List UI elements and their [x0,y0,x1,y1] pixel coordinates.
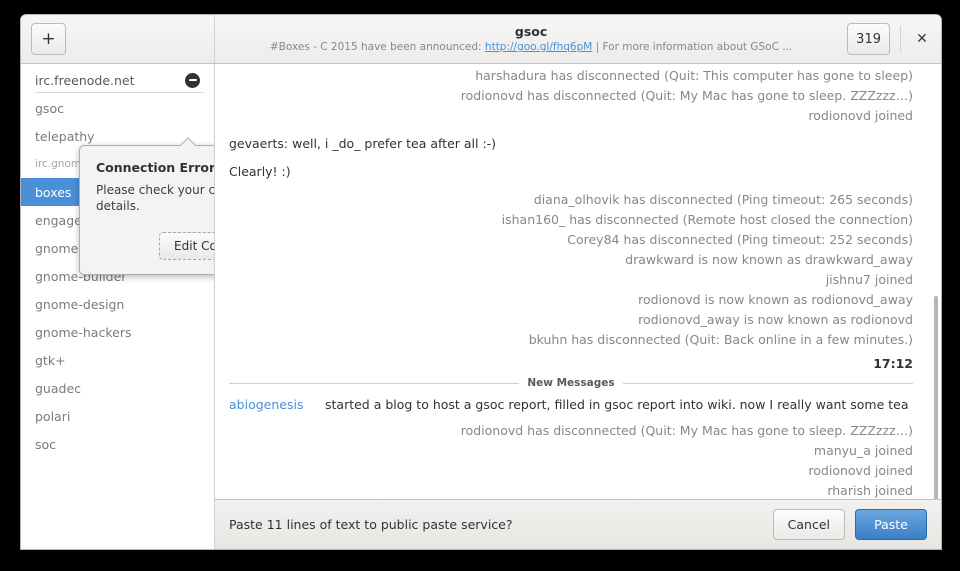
status-message: ishan160_ has disconnected (Remote host … [229,210,913,230]
status-message: jishnu7 joined [229,270,913,290]
message-group-top: harshadura has disconnected (Quit: This … [229,66,913,126]
message-group-conversation: gevaerts: well, i _do_ prefer tea after … [229,134,913,182]
status-message: rodionovd joined [229,461,913,481]
sidebar-item-label: telepathy [35,128,95,144]
topic-text-before: #Boxes - C 2015 have been announced: [269,41,485,53]
connection-error-popover: Connection Error Please check your conne… [79,145,215,275]
close-icon[interactable]: ✕ [911,28,933,50]
message-text: ishan160_ has disconnected (Remote host … [501,212,913,227]
message-group-bottom: rodionovd has disconnected (Quit: My Mac… [229,421,913,499]
popover-actions: Edit Connection [96,232,214,260]
topic-text-after: | For more information about GSoC ... [592,41,793,53]
popover-title: Connection Error [96,160,215,175]
message-text: gevaerts: well, i _do_ prefer tea after … [229,136,497,151]
message-nickname[interactable]: abiogenesis [229,395,325,415]
status-message: rodionovd_away is now known as rodionovd [229,310,913,330]
sidebar-item-label: gtk+ [35,352,66,368]
sidebar-item-label: soc [35,436,57,452]
add-connection-button[interactable]: + [31,23,66,55]
titlebar-divider [900,26,901,52]
status-message: bkuhn has disconnected (Quit: Back onlin… [229,330,913,350]
page-title: gsoc [514,24,548,39]
sidebar-item-label: gsoc [35,100,64,116]
sidebar-item-polari[interactable]: polari [21,402,214,430]
sidebar-item-label: polari [35,408,71,424]
error-circle-bar [188,78,197,82]
titlebar-left-section: + [21,15,215,63]
status-message: rodionovd has disconnected (Quit: My Mac… [229,421,913,441]
polari-application-window: + gsoc #Boxes - C 2015 have been announc… [20,14,942,550]
chat-message: abiogenesis started a blog to host a gso… [229,395,913,415]
status-message: rharish joined [229,481,913,499]
status-message: diana_olhovik has disconnected (Ping tim… [229,190,913,210]
topic-link[interactable]: http://goo.gl/fhq6pM [485,41,592,53]
sidebar-item-gtk-[interactable]: gtk+ [21,346,214,374]
chat-scroll-area[interactable]: harshadura has disconnected (Quit: This … [215,64,941,499]
server-divider [35,92,204,93]
status-message: Corey84 has disconnected (Ping timeout: … [229,230,913,250]
paste-confirmation-bar: Paste 11 lines of text to public paste s… [215,499,941,549]
status-message: rodionovd has disconnected (Quit: My Mac… [229,86,913,106]
divider-line-right [622,382,913,384]
window-body: irc.freenode.net gsoc telepathy irc.gnome.o… [21,64,941,549]
sidebar-item-label: gnome-design [35,296,125,312]
popover-arrow [180,137,198,146]
channel-topic: #Boxes - C 2015 have been announced: htt… [270,40,792,54]
message-list: harshadura has disconnected (Quit: This … [215,64,927,499]
message-text: rodionovd is now known as rodionovd_away [638,292,913,307]
status-message: rodionovd joined [229,106,913,126]
chat-scrollbar[interactable] [934,296,938,499]
message-text: rodionovd has disconnected (Quit: My Mac… [460,88,913,103]
message-text: manyu_a joined [813,443,913,458]
room-list-sidebar: irc.freenode.net gsoc telepathy irc.gnome.o… [21,64,215,549]
message-text: diana_olhovik has disconnected (Ping tim… [533,192,913,207]
titlebar-right-section: 319 ✕ [847,15,941,63]
chat-pane: harshadura has disconnected (Quit: This … [215,64,941,549]
message-text: rodionovd_away is now known as rodionovd [638,312,913,327]
message-text: harshadura has disconnected (Quit: This … [475,68,913,83]
status-message: rodionovd is now known as rodionovd_away [229,290,913,310]
message-text: rharish joined [827,483,913,498]
sidebar-item-gnome-hackers[interactable]: gnome-hackers [21,318,214,346]
user-count-button[interactable]: 319 [847,23,890,55]
sidebar-item-gnome-design[interactable]: gnome-design [21,290,214,318]
message-text: rodionovd has disconnected (Quit: My Mac… [460,423,913,438]
sidebar-item-label: guadec [35,380,82,396]
message-text: Clearly! :) [229,164,291,179]
error-circle-icon[interactable] [185,72,200,88]
message-timestamp: 17:12 [873,356,913,371]
cancel-button[interactable]: Cancel [772,509,845,540]
status-message: harshadura has disconnected (Quit: This … [229,66,913,86]
titlebar: + gsoc #Boxes - C 2015 have been announc… [21,15,941,64]
titlebar-center-section: gsoc #Boxes - C 2015 have been announced… [215,15,847,63]
chat-message: gevaerts: well, i _do_ prefer tea after … [229,134,913,154]
message-text: started a blog to host a gsoc report, fi… [325,397,909,412]
message-group-middle: diana_olhovik has disconnected (Ping tim… [229,190,913,350]
status-message: drawkward is now known as drawkward_away [229,250,913,270]
sidebar-item-label: irc.freenode.net [35,72,135,88]
message-text: drawkward is now known as drawkward_away [625,252,913,267]
chat-message: Clearly! :) [229,162,913,182]
sidebar-item-gsoc[interactable]: gsoc [21,94,214,122]
message-text: bkuhn has disconnected (Quit: Back onlin… [528,332,913,347]
divider-line-left [229,382,520,384]
message-text: Corey84 has disconnected (Ping timeout: … [567,232,913,247]
new-messages-divider: New Messages [229,377,913,389]
plus-icon: + [41,28,56,49]
new-messages-label: New Messages [527,377,615,389]
paste-prompt-text: Paste 11 lines of text to public paste s… [229,517,513,532]
popover-description: Please check your connection details. [96,183,215,213]
message-text: rodionovd joined [808,108,913,123]
sidebar-item-soc[interactable]: soc [21,430,214,458]
sidebar-item-guadec[interactable]: guadec [21,374,214,402]
message-text: rodionovd joined [808,463,913,478]
status-message: manyu_a joined [229,441,913,461]
sidebar-item-label: gnome-hackers [35,324,132,340]
sidebar-item-irc-freenode-net[interactable]: irc.freenode.net [21,66,214,94]
message-text: jishnu7 joined [825,272,913,287]
paste-button[interactable]: Paste [855,509,927,540]
edit-connection-button[interactable]: Edit Connection [159,232,214,260]
